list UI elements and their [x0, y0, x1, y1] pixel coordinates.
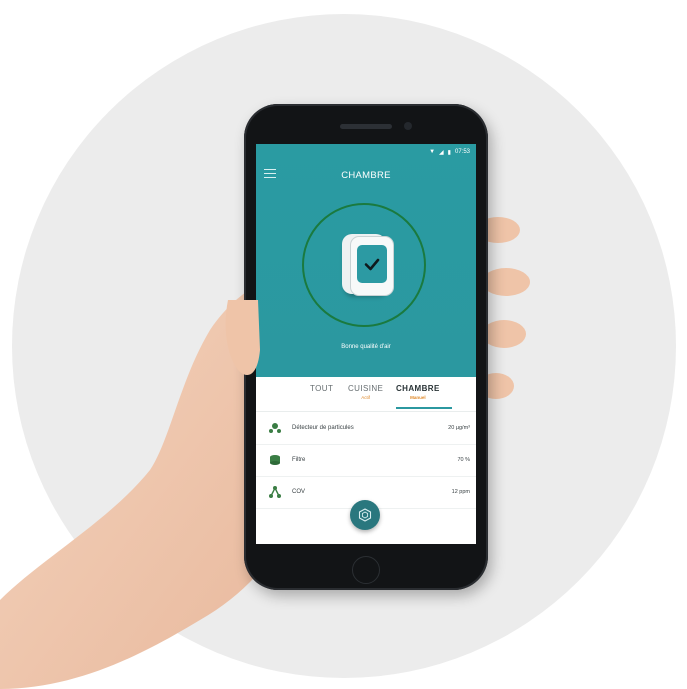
- room-tabs: TOUT CUISINE Actif CHAMBRE Manuel: [256, 377, 476, 412]
- check-icon: [364, 258, 380, 271]
- molecule-icon: [269, 486, 281, 498]
- active-tab-indicator: [396, 407, 452, 409]
- page-title: CHAMBRE: [341, 170, 391, 181]
- phone-device: ▼ ◢ ▮ 07:53 CHAMBRE Bonne qualité d'air: [244, 104, 488, 590]
- phone-speaker: [340, 124, 392, 129]
- filter-icon: [270, 455, 280, 465]
- status-time: 07:53: [454, 149, 470, 155]
- device-screen: [357, 245, 387, 283]
- hero-panel: ▼ ◢ ▮ 07:53 CHAMBRE Bonne qualité d'air: [256, 144, 476, 377]
- sensor-row-filter[interactable]: Filtre 70 %: [256, 446, 476, 477]
- sensor-row-particles[interactable]: Détecteur de particules 20 µg/m³: [256, 414, 476, 445]
- wifi-icon: ▼: [429, 149, 436, 155]
- sensor-label: Détecteur de particules: [292, 425, 354, 431]
- sensor-value: 70 %: [457, 457, 470, 463]
- tab-chambre[interactable]: CHAMBRE Manuel: [396, 384, 440, 400]
- particle-sensor-icon: [269, 423, 281, 433]
- tab-cuisine[interactable]: CUISINE Actif: [348, 384, 383, 400]
- status-bar: ▼ ◢ ▮ 07:53: [429, 147, 470, 157]
- sensor-label: COV: [292, 489, 306, 495]
- sensor-value: 12 ppm: [451, 489, 470, 495]
- sensor-label: Filtre: [292, 457, 306, 463]
- tab-chambre-mode: Manuel: [410, 395, 426, 400]
- app-screen: ▼ ◢ ▮ 07:53 CHAMBRE Bonne qualité d'air: [256, 144, 476, 544]
- air-quality-status: Bonne qualité d'air: [341, 344, 391, 350]
- floating-action-button[interactable]: [350, 500, 380, 530]
- signal-icon: ◢: [439, 149, 444, 156]
- phone-home-button: [352, 556, 380, 584]
- tab-cuisine-mode: Actif: [361, 395, 370, 400]
- hexagon-icon: [358, 508, 372, 522]
- tab-tout[interactable]: TOUT: [310, 384, 333, 393]
- sensor-value: 20 µg/m³: [448, 425, 470, 431]
- phone-camera: [404, 122, 412, 130]
- battery-icon: ▮: [447, 149, 451, 156]
- purifier-device[interactable]: [350, 236, 394, 296]
